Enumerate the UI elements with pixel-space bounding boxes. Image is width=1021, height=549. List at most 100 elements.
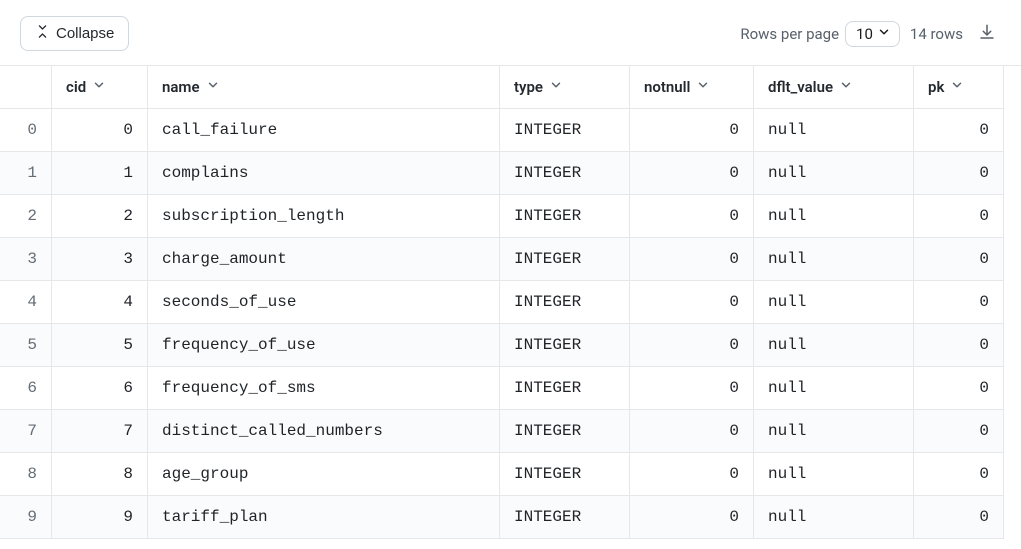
cell-pk[interactable]: 0 <box>914 367 1004 410</box>
toolbar-right: Rows per page 10 14 rows <box>740 20 1001 48</box>
cell-type[interactable]: INTEGER <box>500 410 630 453</box>
cell-type[interactable]: INTEGER <box>500 152 630 195</box>
cell-notnull[interactable]: 0 <box>630 195 754 238</box>
cell-dflt-value[interactable]: null <box>754 453 914 496</box>
column-header-label: type <box>514 78 543 96</box>
column-header-label: pk <box>928 78 944 96</box>
cell-pk[interactable]: 0 <box>914 410 1004 453</box>
row-index[interactable]: 6 <box>0 367 52 410</box>
cell-name[interactable]: tariff_plan <box>148 496 500 539</box>
row-index[interactable]: 0 <box>0 109 52 152</box>
row-index[interactable]: 8 <box>0 453 52 496</box>
cell-type[interactable]: INTEGER <box>500 238 630 281</box>
row-index[interactable]: 1 <box>0 152 52 195</box>
row-index[interactable]: 4 <box>0 281 52 324</box>
cell-notnull[interactable]: 0 <box>630 453 754 496</box>
cell-name[interactable]: charge_amount <box>148 238 500 281</box>
rows-per-page-select[interactable]: 10 <box>845 21 900 47</box>
cell-type[interactable]: INTEGER <box>500 324 630 367</box>
column-header-name[interactable]: name <box>148 66 500 109</box>
cell-cid[interactable]: 6 <box>52 367 148 410</box>
cell-dflt-value[interactable]: null <box>754 281 914 324</box>
download-icon <box>978 23 996 45</box>
cell-dflt-value[interactable]: null <box>754 496 914 539</box>
column-header-label: cid <box>66 78 86 96</box>
cell-name[interactable]: subscription_length <box>148 195 500 238</box>
cell-dflt-value[interactable]: null <box>754 109 914 152</box>
cell-name[interactable]: frequency_of_sms <box>148 367 500 410</box>
column-header-label: dflt_value <box>768 78 833 96</box>
column-header-notnull[interactable]: notnull <box>630 66 754 109</box>
cell-dflt-value[interactable]: null <box>754 410 914 453</box>
cell-cid[interactable]: 8 <box>52 453 148 496</box>
cell-pk[interactable]: 0 <box>914 496 1004 539</box>
row-index[interactable]: 9 <box>0 496 52 539</box>
cell-pk[interactable]: 0 <box>914 453 1004 496</box>
cell-dflt-value[interactable]: null <box>754 367 914 410</box>
cell-notnull[interactable]: 0 <box>630 324 754 367</box>
cell-cid[interactable]: 4 <box>52 281 148 324</box>
collapse-icon <box>35 24 50 43</box>
collapse-button[interactable]: Collapse <box>20 16 129 51</box>
collapse-label: Collapse <box>56 25 114 42</box>
cell-name[interactable]: call_failure <box>148 109 500 152</box>
data-table: cid name type notnull dflt_value pk 00ca… <box>0 65 1021 539</box>
cell-cid[interactable]: 7 <box>52 410 148 453</box>
row-index[interactable]: 7 <box>0 410 52 453</box>
cell-pk[interactable]: 0 <box>914 195 1004 238</box>
cell-name[interactable]: seconds_of_use <box>148 281 500 324</box>
rows-per-page-value: 10 <box>856 25 873 43</box>
cell-notnull[interactable]: 0 <box>630 109 754 152</box>
row-index[interactable]: 5 <box>0 324 52 367</box>
cell-notnull[interactable]: 0 <box>630 238 754 281</box>
column-header-index <box>0 66 52 109</box>
cell-name[interactable]: age_group <box>148 453 500 496</box>
cell-name[interactable]: complains <box>148 152 500 195</box>
cell-cid[interactable]: 9 <box>52 496 148 539</box>
column-header-dflt-value[interactable]: dflt_value <box>754 66 914 109</box>
rows-per-page-label: Rows per page <box>740 25 839 43</box>
chevron-down-icon <box>92 78 106 96</box>
cell-cid[interactable]: 5 <box>52 324 148 367</box>
cell-type[interactable]: INTEGER <box>500 195 630 238</box>
cell-notnull[interactable]: 0 <box>630 496 754 539</box>
cell-cid[interactable]: 3 <box>52 238 148 281</box>
cell-type[interactable]: INTEGER <box>500 109 630 152</box>
cell-type[interactable]: INTEGER <box>500 496 630 539</box>
cell-dflt-value[interactable]: null <box>754 195 914 238</box>
cell-cid[interactable]: 2 <box>52 195 148 238</box>
cell-notnull[interactable]: 0 <box>630 152 754 195</box>
column-header-label: notnull <box>644 78 690 96</box>
column-header-pk[interactable]: pk <box>914 66 1004 109</box>
chevron-down-icon <box>696 78 710 96</box>
column-header-type[interactable]: type <box>500 66 630 109</box>
cell-pk[interactable]: 0 <box>914 281 1004 324</box>
cell-pk[interactable]: 0 <box>914 238 1004 281</box>
cell-name[interactable]: distinct_called_numbers <box>148 410 500 453</box>
cell-notnull[interactable]: 0 <box>630 410 754 453</box>
cell-notnull[interactable]: 0 <box>630 367 754 410</box>
toolbar: Collapse Rows per page 10 14 rows <box>0 0 1021 65</box>
cell-type[interactable]: INTEGER <box>500 367 630 410</box>
cell-type[interactable]: INTEGER <box>500 453 630 496</box>
cell-pk[interactable]: 0 <box>914 109 1004 152</box>
cell-cid[interactable]: 1 <box>52 152 148 195</box>
cell-notnull[interactable]: 0 <box>630 281 754 324</box>
cell-dflt-value[interactable]: null <box>754 324 914 367</box>
chevron-down-icon <box>950 78 964 96</box>
cell-dflt-value[interactable]: null <box>754 238 914 281</box>
chevron-down-icon <box>877 25 891 43</box>
total-rows-label: 14 rows <box>910 25 963 43</box>
column-header-label: name <box>162 78 200 96</box>
cell-dflt-value[interactable]: null <box>754 152 914 195</box>
row-index[interactable]: 2 <box>0 195 52 238</box>
column-header-cid[interactable]: cid <box>52 66 148 109</box>
cell-name[interactable]: frequency_of_use <box>148 324 500 367</box>
row-index[interactable]: 3 <box>0 238 52 281</box>
cell-cid[interactable]: 0 <box>52 109 148 152</box>
rows-per-page-control: Rows per page 10 <box>740 21 900 47</box>
download-button[interactable] <box>973 20 1001 48</box>
cell-type[interactable]: INTEGER <box>500 281 630 324</box>
cell-pk[interactable]: 0 <box>914 324 1004 367</box>
cell-pk[interactable]: 0 <box>914 152 1004 195</box>
